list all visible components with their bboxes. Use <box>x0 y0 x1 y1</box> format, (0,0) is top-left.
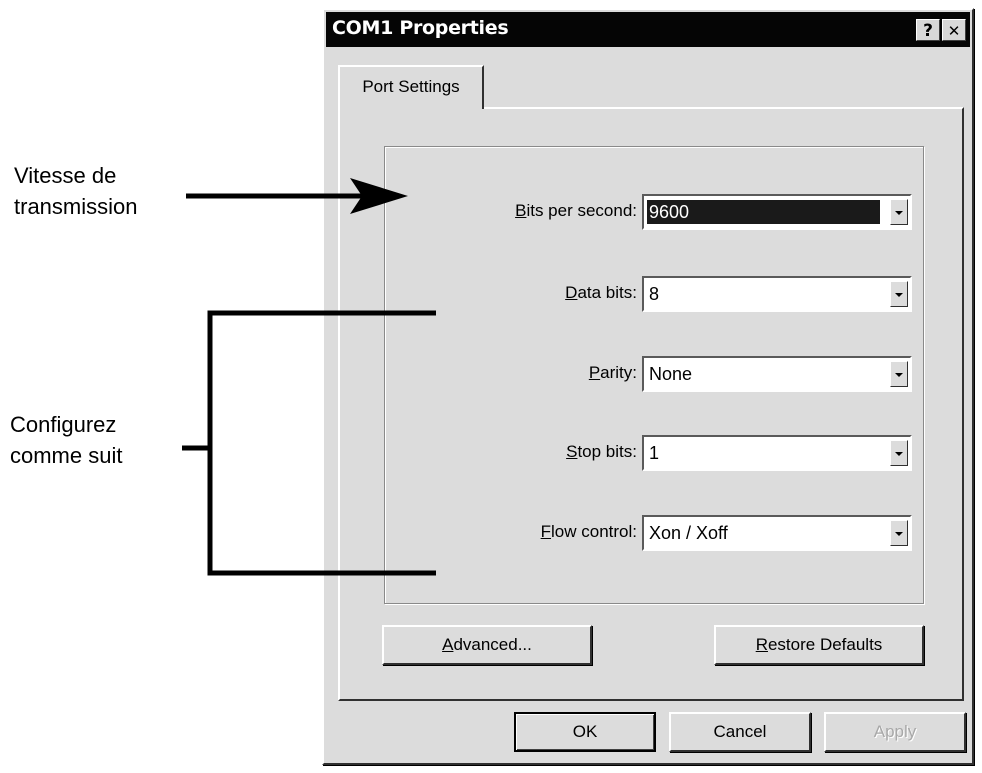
annotation-lines <box>182 178 436 576</box>
tab-port-settings-label: Port Settings <box>362 77 460 96</box>
configure-bracket <box>207 310 436 576</box>
tab-port-settings[interactable]: Port Settings <box>338 65 484 109</box>
